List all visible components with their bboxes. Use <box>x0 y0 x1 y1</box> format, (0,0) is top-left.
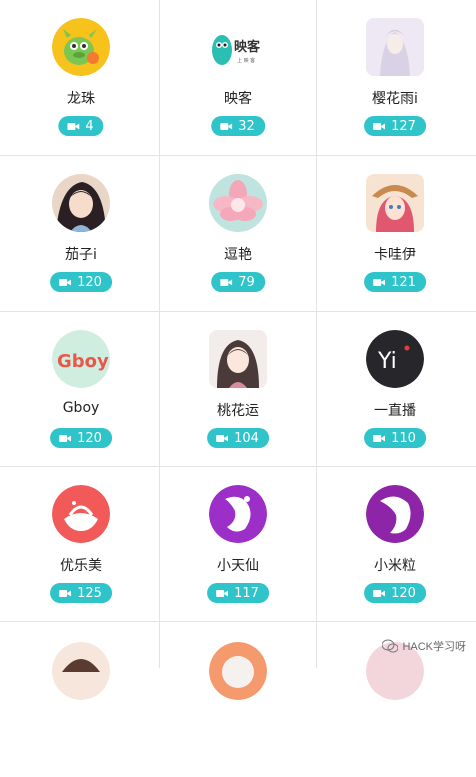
viewer-count: 110 <box>391 430 416 446</box>
streamer-card-gboy[interactable]: Gboy Gboy 120 <box>2 312 160 467</box>
streamer-card-partial[interactable] <box>159 622 317 777</box>
xiaotianxian-avatar <box>209 485 267 543</box>
youlemei-logo-icon <box>52 485 110 543</box>
yingke-avatar: 映客 上 映 客 <box>209 18 267 76</box>
viewer-count: 120 <box>77 430 102 446</box>
streamer-name: 一直播 <box>374 403 416 419</box>
video-camera-icon <box>373 434 386 442</box>
viewer-count: 121 <box>391 274 416 290</box>
viewer-count: 120 <box>77 274 102 290</box>
video-camera-icon <box>220 122 233 130</box>
girl-silhouette-icon <box>366 485 424 543</box>
streamer-name: 桃花运 <box>217 403 259 419</box>
anime-girl-avatar-icon <box>366 174 424 232</box>
taohuayun-avatar <box>209 330 267 388</box>
viewer-count-badge: 120 <box>50 428 112 448</box>
viewer-count-badge: 79 <box>211 272 265 292</box>
streamer-card-youlemei[interactable]: 优乐美 125 <box>2 467 160 622</box>
viewer-count-badge: 110 <box>364 428 426 448</box>
streamer-name: 樱花雨i <box>372 91 418 107</box>
longzhu-avatar <box>52 18 110 76</box>
viewer-count: 104 <box>234 430 259 446</box>
streamer-name: 卡哇伊 <box>374 247 416 263</box>
viewer-count-badge: 117 <box>207 583 269 603</box>
youlemei-avatar <box>52 485 110 543</box>
video-camera-icon <box>373 589 386 597</box>
streamer-card-yinghuayu[interactable]: 樱花雨i 127 <box>316 0 474 155</box>
viewer-count-badge: 125 <box>50 583 112 603</box>
video-camera-icon <box>216 434 229 442</box>
streamer-name: 优乐美 <box>60 558 102 574</box>
anime-girl-avatar-icon <box>209 330 267 388</box>
lotus-flower-icon <box>209 174 267 232</box>
video-camera-icon <box>220 278 233 286</box>
viewer-count: 32 <box>238 118 255 134</box>
viewer-count: 127 <box>391 118 416 134</box>
streamer-card-douyan[interactable]: 逗艳 79 <box>159 156 317 311</box>
video-camera-icon <box>59 589 72 597</box>
yinghuayu-avatar <box>366 18 424 76</box>
yizhibo-avatar: Yi <box>366 330 424 388</box>
video-camera-icon <box>59 434 72 442</box>
xiaomili-avatar <box>366 485 424 543</box>
video-camera-icon <box>373 122 386 130</box>
streamer-name: 茄子i <box>65 247 97 263</box>
streamer-card-yizhibo[interactable]: Yi 一直播 110 <box>316 312 474 467</box>
viewer-count-badge: 120 <box>50 272 112 292</box>
kawayi-avatar <box>366 174 424 232</box>
yizhibo-logo-text: Yi <box>377 349 397 374</box>
partial-avatar <box>209 642 267 700</box>
viewer-count: 4 <box>85 118 94 134</box>
viewer-count: 79 <box>238 274 255 290</box>
dragon-logo-icon <box>52 18 110 76</box>
yizhibo-logo-icon: Yi <box>366 330 424 388</box>
anime-avatar-icon <box>209 642 267 700</box>
streamer-name: 小米粒 <box>374 558 416 574</box>
gboy-logo-icon: Gboy <box>52 330 110 388</box>
video-camera-icon <box>59 278 72 286</box>
streamer-card-xiaomili[interactable]: 小米粒 120 <box>316 467 474 622</box>
viewer-count: 120 <box>391 585 416 601</box>
video-camera-icon <box>216 589 229 597</box>
streamer-name: 逗艳 <box>224 247 252 263</box>
viewer-count-badge: 104 <box>207 428 269 448</box>
viewer-count: 125 <box>77 585 102 601</box>
anime-girl-avatar-icon <box>52 174 110 232</box>
streamer-card-yingke[interactable]: 映客 上 映 客 映客 32 <box>159 0 317 155</box>
qiezi-avatar <box>52 174 110 232</box>
anime-girl-avatar-icon <box>366 18 424 76</box>
streamer-card-taohuayun[interactable]: 桃花运 104 <box>159 312 317 467</box>
streamer-grid: 龙珠 4 映客 上 映 客 映客 32 樱花雨i 127 茄子i 120 逗艳 … <box>0 0 476 700</box>
streamer-name: 小天仙 <box>217 558 259 574</box>
streamer-name: 龙珠 <box>67 91 95 107</box>
gboy-logo-text: Gboy <box>57 351 109 372</box>
viewer-count-badge: 120 <box>364 583 426 603</box>
viewer-count-badge: 127 <box>364 116 426 136</box>
streamer-card-partial[interactable] <box>2 622 160 777</box>
yingke-logo-subtext: 上 映 客 <box>237 57 255 64</box>
wechat-icon <box>382 639 399 653</box>
fairy-silhouette-icon <box>209 485 267 543</box>
yingke-logo-text: 映客 <box>234 39 261 55</box>
streamer-card-longzhu[interactable]: 龙珠 4 <box>2 0 160 155</box>
watermark-text: HACK学习呀 <box>402 641 466 653</box>
video-camera-icon <box>67 122 80 130</box>
viewer-count: 117 <box>234 585 259 601</box>
streamer-card-qiezi[interactable]: 茄子i 120 <box>2 156 160 311</box>
gboy-avatar: Gboy <box>52 330 110 388</box>
anime-girl-avatar-icon <box>52 642 110 700</box>
viewer-count-badge: 32 <box>211 116 265 136</box>
viewer-count-badge: 4 <box>58 116 104 136</box>
partial-avatar <box>52 642 110 700</box>
yingke-logo-icon: 映客 上 映 客 <box>209 18 267 76</box>
streamer-card-xiaotianxian[interactable]: 小天仙 117 <box>159 467 317 622</box>
viewer-count-badge: 121 <box>364 272 426 292</box>
douyan-avatar <box>209 174 267 232</box>
streamer-name: 映客 <box>224 91 252 107</box>
streamer-name: Gboy <box>62 400 100 416</box>
video-camera-icon <box>373 278 386 286</box>
watermark: HACK学习呀 <box>382 638 466 654</box>
streamer-card-kawayi[interactable]: 卡哇伊 121 <box>316 156 474 311</box>
